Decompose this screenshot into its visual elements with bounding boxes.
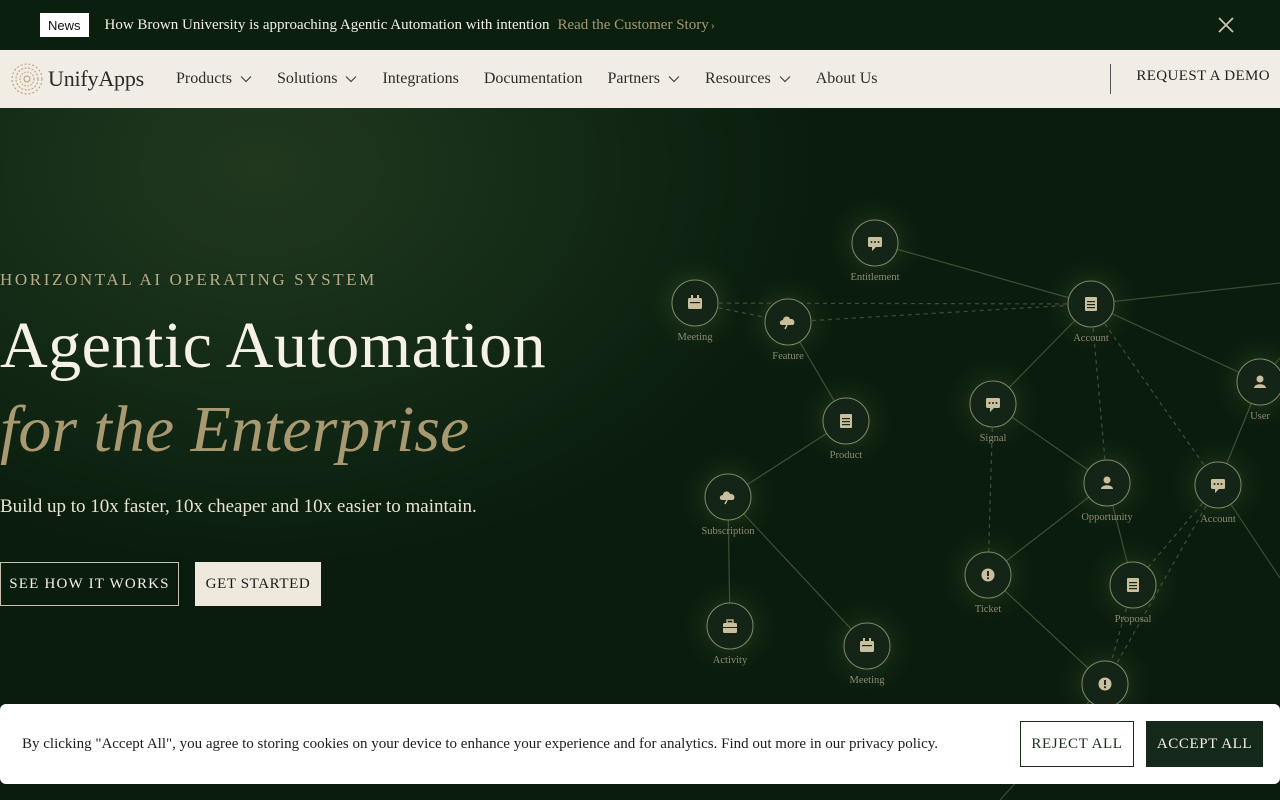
node-label: Account — [1073, 333, 1109, 344]
alert-icon — [1098, 677, 1112, 691]
nav-item-about-us[interactable]: About Us — [816, 70, 878, 88]
network-node: Meeting — [647, 255, 743, 351]
network-node: Account — [1170, 437, 1266, 533]
nav-item-label: About Us — [815, 70, 878, 87]
node-label: Account — [1200, 514, 1236, 525]
chevron-down-icon — [345, 75, 357, 83]
network-node: Signal — [945, 356, 1041, 452]
network-node: Ticket — [940, 527, 1036, 623]
network-node: Proposal — [1085, 537, 1181, 633]
node-label: User — [1250, 411, 1270, 422]
nav-item-products[interactable]: Products — [176, 70, 252, 88]
customer-story-link[interactable]: Read the Customer Story › — [557, 17, 714, 34]
node-label: Feature — [772, 351, 804, 362]
nav-item-label: Integrations — [382, 70, 459, 87]
hero-section: Entitlement Meeting Feature Account User Sign… — [0, 108, 1280, 800]
news-headline: How Brown University is approaching Agen… — [104, 16, 550, 33]
nav-item-label: Resources — [704, 70, 771, 87]
node-label: Ticket — [975, 604, 1002, 615]
network-node: Meeting — [819, 598, 915, 694]
nav-item-label: Solutions — [276, 70, 338, 87]
get-started-button[interactable]: GET STARTED — [195, 562, 321, 606]
document-icon — [1085, 297, 1097, 311]
cookie-banner: By clicking "Accept All", you agree to s… — [0, 704, 1280, 784]
announcement-bar: News How Brown University is approaching… — [0, 0, 1280, 50]
accept-all-button[interactable]: ACCEPT ALL — [1146, 721, 1263, 767]
nav-item-partners[interactable]: Partners — [608, 70, 680, 88]
node-label: Proposal — [1115, 614, 1152, 625]
close-icon[interactable] — [1216, 15, 1236, 35]
hero-headline: Agentic Automation — [0, 309, 547, 382]
network-node: Opportunity — [1059, 435, 1155, 531]
cookie-consent-text: By clicking "Accept All", you agree to s… — [22, 735, 939, 752]
nav-menu: Products Solutions Integrations Document… — [176, 70, 903, 88]
main-nav: UnifyApps Products Solutions Integration… — [0, 50, 1280, 108]
logo-text: UnifyApps — [48, 66, 144, 91]
news-badge: News — [40, 13, 89, 37]
node-label: Product — [830, 450, 863, 461]
chevron-down-icon — [779, 75, 791, 83]
chevron-down-icon — [240, 75, 252, 83]
node-label: Activity — [713, 655, 748, 666]
alert-icon — [981, 568, 995, 582]
chevron-down-icon — [668, 75, 680, 83]
customer-story-link-label: Read the Customer Story — [557, 16, 709, 33]
node-label: Entitlement — [851, 272, 900, 283]
chevron-right-icon: › — [710, 17, 715, 32]
hero-eyebrow: HORIZONTAL AI OPERATING SYSTEM — [0, 270, 377, 289]
nav-item-label: Products — [175, 70, 232, 87]
network-node: Entitlement — [827, 195, 923, 291]
nav-item-resources[interactable]: Resources — [705, 70, 791, 88]
nav-item-label: Partners — [607, 70, 660, 87]
logo-icon — [11, 63, 43, 95]
nav-item-solutions[interactable]: Solutions — [277, 70, 357, 88]
nav-item-documentation[interactable]: Documentation — [484, 70, 583, 88]
document-icon — [1127, 578, 1139, 592]
network-node: Activity — [682, 578, 778, 674]
hero-headline-italic: for the Enterprise — [0, 393, 470, 466]
see-how-it-works-button[interactable]: SEE HOW IT WORKS — [0, 562, 179, 606]
nav-divider — [1110, 64, 1111, 94]
hero-subline: Build up to 10x faster, 10x cheaper and … — [0, 496, 477, 517]
request-demo-button[interactable]: REQUEST A DEMO — [1136, 68, 1270, 85]
reject-all-button[interactable]: REJECT ALL — [1020, 721, 1134, 767]
network-node: Feature — [740, 274, 836, 370]
node-label: Opportunity — [1081, 512, 1133, 523]
network-nodes: Entitlement Meeting Feature Account User Sign… — [647, 195, 1280, 732]
node-label: Signal — [980, 433, 1007, 444]
network-node: User — [1212, 334, 1280, 430]
logo[interactable]: UnifyApps — [10, 62, 144, 96]
network-node: Subscription — [680, 449, 776, 545]
network-node: Account — [1043, 256, 1139, 352]
node-label: Meeting — [850, 675, 886, 686]
node-label: Subscription — [701, 526, 755, 537]
nav-item-integrations[interactable]: Integrations — [382, 70, 458, 88]
nav-item-label: Documentation — [483, 70, 583, 87]
network-node: Product — [798, 373, 894, 469]
document-icon — [840, 414, 852, 428]
node-label: Meeting — [678, 332, 714, 343]
